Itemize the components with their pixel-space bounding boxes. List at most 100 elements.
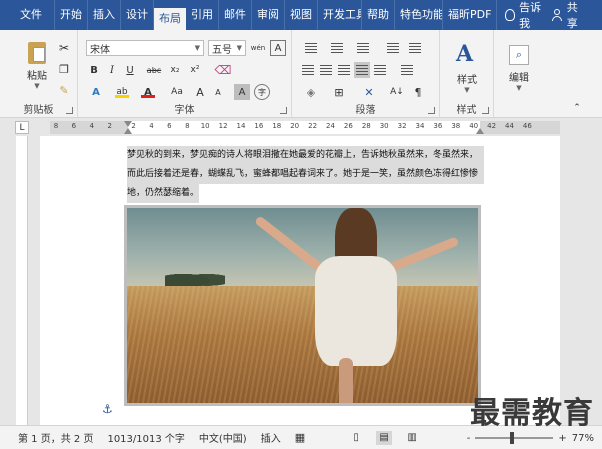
font-launcher-icon[interactable] bbox=[280, 107, 287, 114]
character-border-button[interactable]: A bbox=[270, 40, 286, 56]
align-center-icon bbox=[320, 65, 332, 75]
ruler-tick-label: 30 bbox=[379, 122, 389, 130]
selected-paragraph[interactable]: 梦见秋的到来，梦见痴的诗人将眼泪撒在她最爱的花瓣上，告诉她秋虽然来，冬虽然来， … bbox=[127, 146, 484, 211]
zoom-out-button[interactable]: - bbox=[467, 433, 471, 444]
decrease-indent-button[interactable] bbox=[384, 40, 402, 56]
subscript-button[interactable]: x₂ bbox=[166, 62, 184, 78]
character-shading-button[interactable]: A bbox=[234, 84, 250, 100]
share-button[interactable]: 共享 bbox=[551, 0, 588, 31]
first-line-indent-marker[interactable] bbox=[124, 121, 132, 127]
tell-me-box[interactable]: 告诉我 bbox=[505, 0, 551, 31]
text-effects-button[interactable]: A bbox=[86, 84, 106, 100]
paragraph-shading-icon[interactable]: ◈ bbox=[300, 84, 322, 100]
superscript-button[interactable]: x² bbox=[186, 62, 204, 78]
print-layout-icon[interactable]: ▤ bbox=[376, 430, 393, 445]
ruler-tick-label: 28 bbox=[361, 122, 371, 130]
word-window: 文件 开始 插入 设计 布局 引用 邮件 审阅 视图 开发工具 帮助 特色功能 … bbox=[0, 0, 602, 449]
phonetic-guide-button[interactable]: wén bbox=[250, 40, 266, 56]
paragraph-line: 而此后接着还是春，蝴蝶乱飞，蜜蜂都唱起春词来了。她于是一笑，虽然颜色冻得红惨惨 bbox=[127, 165, 484, 184]
styles-group: A 样式 ▼ 样式 bbox=[440, 30, 494, 118]
align-right-icon bbox=[338, 65, 350, 75]
zoom-in-button[interactable]: + bbox=[558, 433, 566, 444]
font-color-button[interactable]: A bbox=[138, 84, 158, 100]
align-left-icon bbox=[302, 65, 314, 75]
styles-launcher-icon[interactable] bbox=[482, 107, 489, 114]
font-name-combo[interactable]: 宋体 ▼ bbox=[86, 40, 204, 56]
change-case-button[interactable]: Aa bbox=[166, 84, 188, 100]
bullets-button[interactable] bbox=[300, 40, 322, 56]
horizontal-ruler[interactable]: 8 6 4 2 2 4 6 8 10 12 14 16 18 20 22 24 26 28 30 32 34 36 38 40… bbox=[50, 121, 560, 134]
sort-icon[interactable]: A↓ bbox=[388, 84, 406, 100]
chevron-down-icon: ▼ bbox=[194, 44, 200, 52]
anchor-icon[interactable]: ⚓ bbox=[102, 402, 113, 416]
zoom-slider[interactable] bbox=[475, 432, 554, 444]
tab-help[interactable]: 帮助 bbox=[362, 0, 395, 30]
language-indicator[interactable]: 中文(中国) bbox=[192, 430, 254, 445]
enclose-characters-button[interactable]: 字 bbox=[254, 84, 270, 100]
highlight-button[interactable]: ab bbox=[112, 84, 132, 100]
macro-record-icon[interactable]: ▦ bbox=[288, 431, 312, 444]
tab-home[interactable]: 开始 bbox=[55, 0, 88, 30]
tab-design[interactable]: 设计 bbox=[121, 0, 154, 30]
tab-developer[interactable]: 开发工具 bbox=[318, 0, 362, 30]
strikethrough-button[interactable]: abc bbox=[144, 62, 164, 78]
zoom-slider-thumb[interactable] bbox=[510, 432, 515, 444]
clipboard-icon bbox=[28, 42, 46, 64]
clipboard-launcher-icon[interactable] bbox=[66, 107, 73, 114]
web-layout-icon[interactable]: ▥ bbox=[404, 431, 420, 445]
left-indent-marker[interactable] bbox=[124, 128, 132, 134]
ruler-tick-label: 26 bbox=[343, 122, 353, 130]
tab-view[interactable]: 视图 bbox=[285, 0, 318, 30]
bold-button[interactable]: B bbox=[86, 62, 102, 78]
underline-button[interactable]: U bbox=[122, 62, 138, 78]
tab-layout[interactable]: 布局 bbox=[154, 8, 186, 30]
grow-font-button[interactable]: A bbox=[192, 84, 208, 100]
cut-icon[interactable]: ✂ bbox=[56, 40, 72, 56]
italic-button[interactable]: I bbox=[104, 62, 120, 78]
copy-icon[interactable]: ❐ bbox=[56, 61, 72, 77]
page-count[interactable]: 第 1 页，共 2 页 bbox=[0, 430, 100, 445]
paragraph-launcher-icon[interactable] bbox=[428, 107, 435, 114]
collapse-ribbon-icon[interactable]: ⌃ bbox=[570, 102, 584, 114]
justify-button[interactable] bbox=[354, 62, 370, 78]
ruler-tick-label: 42 bbox=[487, 122, 497, 130]
borders-icon[interactable]: ⊞ bbox=[328, 84, 350, 100]
wheat-field-photo[interactable] bbox=[124, 205, 481, 406]
increase-indent-button[interactable] bbox=[406, 40, 424, 56]
tab-insert[interactable]: 插入 bbox=[88, 0, 121, 30]
show-marks-icon[interactable]: ¶ bbox=[410, 84, 426, 100]
tab-review[interactable]: 审阅 bbox=[252, 0, 285, 30]
ruler-tick-label: 8 bbox=[185, 122, 190, 130]
tab-file[interactable]: 文件 bbox=[0, 0, 55, 30]
vertical-ruler[interactable] bbox=[16, 136, 28, 425]
clear-formatting-icon[interactable]: ⌫ bbox=[214, 62, 232, 78]
tab-references[interactable]: 引用 bbox=[186, 0, 219, 30]
align-center-button[interactable] bbox=[318, 62, 334, 78]
tab-features[interactable]: 特色功能 bbox=[395, 0, 443, 30]
format-painter-icon[interactable]: ✎ bbox=[56, 82, 72, 98]
numbering-button[interactable] bbox=[326, 40, 348, 56]
tab-foxit-pdf[interactable]: 福昕PDF bbox=[443, 0, 498, 30]
font-size-combo[interactable]: 五号 ▼ bbox=[208, 40, 246, 56]
line-spacing-button[interactable] bbox=[396, 62, 418, 78]
styles-icon: A bbox=[456, 40, 474, 67]
read-mode-icon[interactable]: ▯ bbox=[348, 431, 364, 445]
shrink-font-button[interactable]: A bbox=[210, 84, 226, 100]
align-left-button[interactable] bbox=[300, 62, 316, 78]
editing-group: ⌕ 编辑 ▼ bbox=[494, 30, 544, 118]
tab-mailings[interactable]: 邮件 bbox=[219, 0, 252, 30]
right-indent-marker[interactable] bbox=[476, 128, 484, 134]
tab-selector[interactable]: L bbox=[15, 121, 29, 134]
editing-button[interactable]: ⌕ 编辑 ▼ bbox=[500, 40, 538, 96]
lightbulb-icon bbox=[505, 9, 516, 21]
insert-mode[interactable]: 插入 bbox=[254, 430, 288, 445]
distributed-button[interactable] bbox=[372, 62, 388, 78]
align-right-button[interactable] bbox=[336, 62, 352, 78]
paste-button[interactable]: 粘贴 ▼ bbox=[22, 40, 52, 92]
asian-layout-icon[interactable]: ✕ bbox=[358, 84, 380, 100]
multilevel-list-button[interactable] bbox=[352, 40, 374, 56]
zoom-level[interactable]: 77% bbox=[572, 433, 594, 444]
styles-button[interactable]: A 样式 ▼ bbox=[448, 40, 486, 96]
chevron-down-icon: ▼ bbox=[464, 85, 470, 94]
word-count[interactable]: 1013/1013 个字 bbox=[100, 430, 191, 445]
